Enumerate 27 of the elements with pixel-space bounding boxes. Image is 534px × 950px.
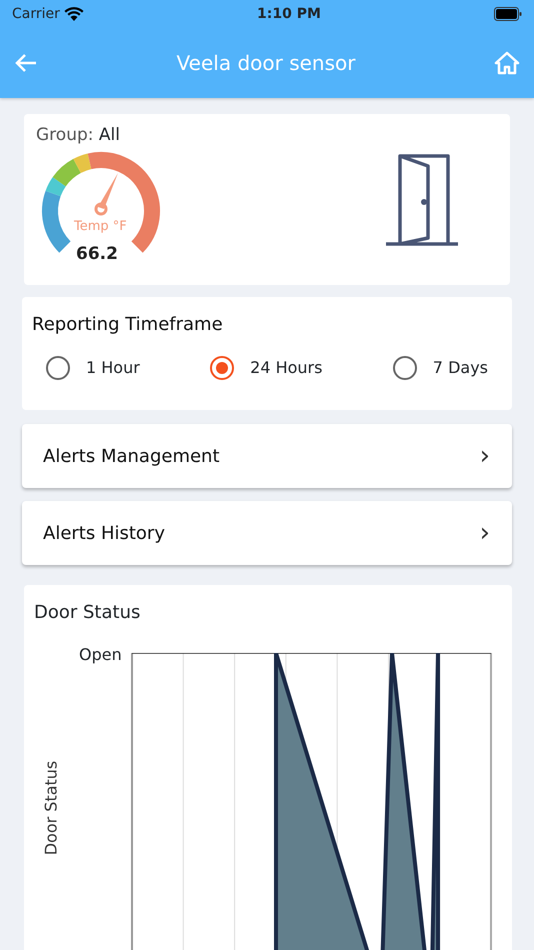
- clock-time: 1:10 PM: [257, 4, 321, 24]
- menu-row[interactable]: Alerts History ›: [22, 501, 512, 565]
- section-title: Reporting Timeframe: [32, 313, 224, 337]
- menu-label: Alerts Management: [43, 444, 220, 468]
- menu-row[interactable]: Alerts Management ›: [22, 424, 512, 488]
- temperature-reading: 66.2: [76, 242, 118, 266]
- screen-title: Veela door sensor: [176, 50, 356, 77]
- chart-title: Door Status: [34, 601, 142, 625]
- battery-icon: [494, 7, 522, 21]
- option-label: 7 Days: [432, 357, 488, 379]
- axis-label: Open: [79, 644, 122, 666]
- back-arrow-icon[interactable]: [14, 53, 38, 73]
- radio-button[interactable]: [46, 356, 70, 380]
- group-label: Group: All: [36, 124, 121, 148]
- option-label: 24 Hours: [250, 357, 322, 379]
- carrier-label: Carrier: [12, 4, 60, 24]
- radio-button[interactable]: [210, 356, 234, 380]
- chevron-icon: ›: [480, 520, 490, 546]
- axis-title: Door Status: [40, 760, 62, 856]
- radio-button[interactable]: [392, 356, 417, 380]
- chevron-icon: ›: [480, 443, 490, 469]
- option-label: 1 Hour: [86, 357, 140, 379]
- wifi-icon: [64, 7, 84, 21]
- menu-label: Alerts History: [43, 522, 165, 546]
- door-icon: [384, 154, 460, 246]
- home-icon[interactable]: [494, 51, 520, 75]
- gauge-label: Temp °F: [74, 218, 127, 236]
